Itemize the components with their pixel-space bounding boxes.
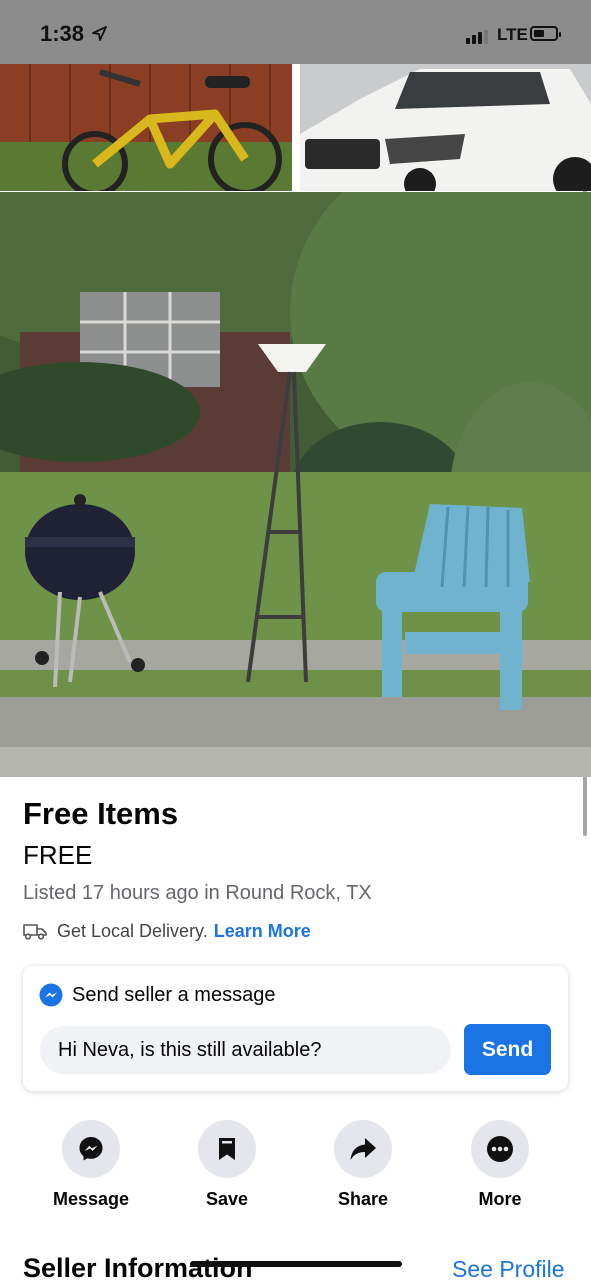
listing-meta: Listed 17 hours ago in Round Rock, TX [23,882,372,904]
save-button-circle[interactable] [198,1120,256,1178]
send-message-card: Send seller a message Hi Neva, is this s… [23,966,568,1091]
share-button[interactable]: Share [303,1120,423,1210]
location-arrow-icon [92,26,107,41]
learn-more-link[interactable]: Learn More [214,921,311,942]
listing-price: FREE [23,840,93,870]
carrier-label: LTE [497,25,528,44]
more-button-circle[interactable] [471,1120,529,1178]
local-delivery-row: Get Local Delivery. Learn More [23,921,311,942]
send-message-header: Send seller a message [39,983,275,1007]
share-arrow-icon [350,1138,376,1160]
bicycle-photo[interactable] [0,64,292,191]
message-label: Message [52,1189,130,1209]
messenger-icon [79,1137,103,1161]
suv-photo[interactable] [300,64,591,191]
curbside-scene-illustration [0,192,591,777]
save-button[interactable]: Save [167,1120,287,1210]
more-button[interactable]: More [440,1120,560,1210]
seller-info-heading: Seller Information [23,1253,253,1283]
signal-icon [466,30,492,44]
save-label: Save [205,1189,249,1209]
delivery-text: Get Local Delivery. [57,921,208,941]
status-time: 1:38 [40,21,85,46]
bicycle-illustration [0,64,292,191]
more-dots-icon [487,1136,513,1162]
listing-title: Free Items [23,796,179,831]
suv-illustration [300,64,591,191]
send-button[interactable]: Send [464,1024,551,1075]
messenger-icon [39,983,63,1007]
send-message-heading: Send seller a message [72,983,276,1006]
more-label: More [478,1189,522,1209]
home-indicator[interactable] [190,1261,402,1267]
message-button-circle[interactable] [62,1120,120,1178]
action-bar: Message Save Share More [0,1120,591,1210]
share-label: Share [337,1189,389,1209]
bookmark-icon [219,1138,235,1160]
message-button[interactable]: Message [31,1120,151,1210]
battery-icon [530,26,561,41]
curbside-items-photo[interactable] [0,192,591,777]
message-input[interactable]: Hi Neva, is this still available? [40,1026,451,1074]
status-bar: 1:38 LTE [0,0,591,64]
delivery-truck-icon [23,924,47,940]
share-button-circle[interactable] [334,1120,392,1178]
